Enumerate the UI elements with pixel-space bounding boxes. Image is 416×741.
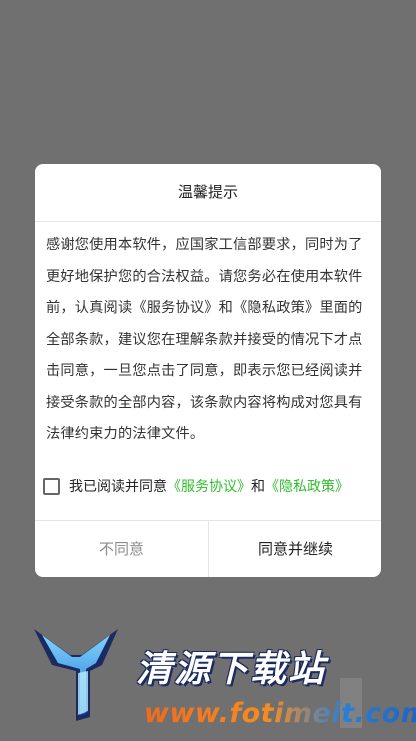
service-agreement-link[interactable]: 《服务协议》 [167,476,251,496]
watermark-url: www.fotimeit.com [144,698,416,729]
disagree-button[interactable]: 不同意 [35,521,208,577]
agree-checkbox[interactable] [43,477,60,495]
privacy-dialog: 温馨提示 感谢您使用本软件，应国家工信部要求，同时为了更好地保护您的合法权益。请… [35,164,381,577]
dialog-title: 温馨提示 [177,183,238,201]
title-divider [35,221,381,222]
and-text: 和 [251,479,265,495]
agree-prefix-text: 我已阅读并同意 [69,479,167,495]
watermark-logo-icon [34,629,118,721]
dialog-body-text: 感谢您使用本软件，应国家工信部要求，同时为了更好地保护您的合法权益。请您务必在使… [46,237,363,442]
agree-row: 我已阅读并同意 《服务协议》 和 《隐私政策》 [43,472,379,500]
privacy-policy-link[interactable]: 《隐私政策》 [265,476,349,496]
agree-continue-button[interactable]: 同意并继续 [209,521,381,577]
watermark-site-name: 清源下载站 [136,649,327,690]
